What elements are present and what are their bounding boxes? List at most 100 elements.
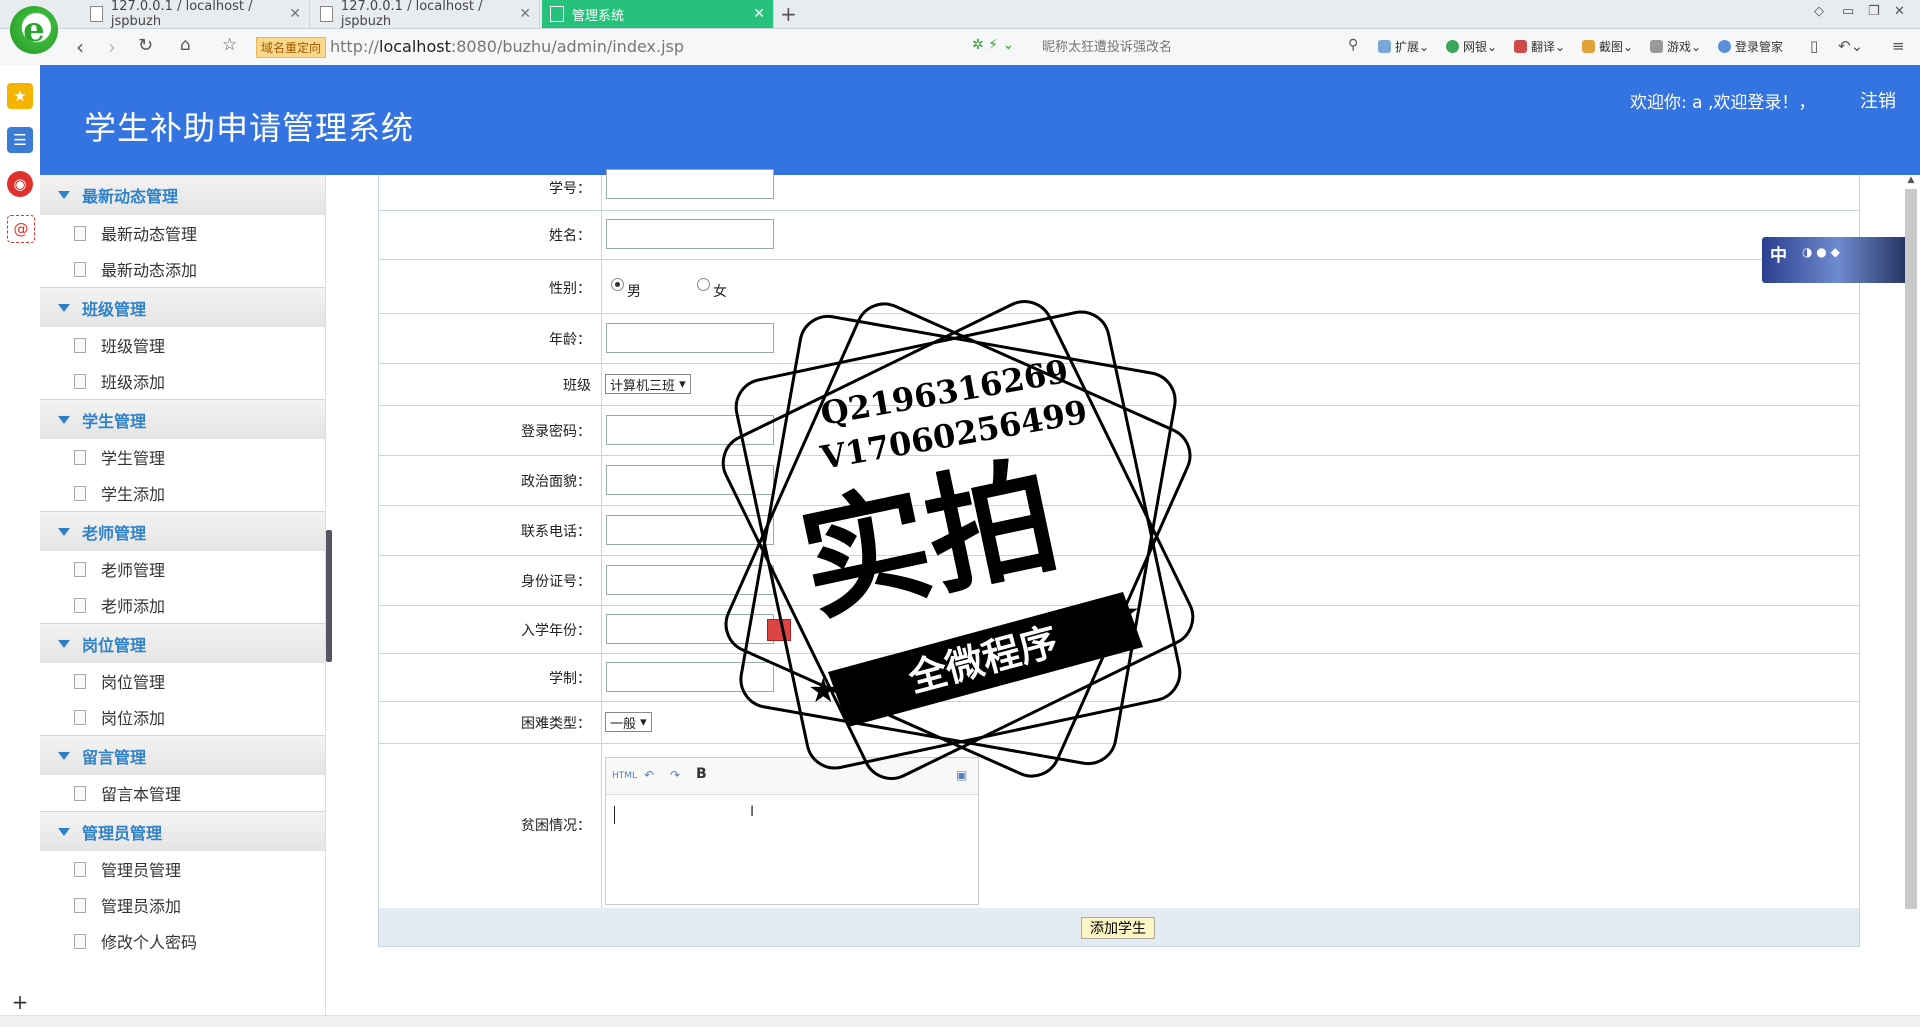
browser-tab-3[interactable]: 管理系统 ✕ — [542, 0, 774, 28]
reading-mode-icon[interactable]: ▯ — [1810, 37, 1818, 55]
home-icon[interactable]: ⌂ — [180, 35, 191, 55]
sidebar-item-admin-add[interactable]: 管理员添加 — [40, 887, 325, 923]
age-label: 年龄： — [549, 332, 591, 348]
sidebar-resize-handle[interactable] — [326, 530, 332, 662]
row-name: 姓名： — [379, 210, 1859, 260]
student-id-input[interactable] — [606, 169, 774, 199]
name-input[interactable] — [606, 219, 774, 249]
browser-tab-bar: e 127.0.0.1 / localhost / jspbuzh ✕ 127.… — [0, 0, 1920, 54]
page-scrollbar[interactable]: ▲ — [1905, 175, 1917, 1015]
caret-down-icon — [58, 191, 70, 199]
status-bar — [0, 1015, 1920, 1027]
dropdown-arrow-icon: ▾ — [640, 714, 647, 730]
toolbar-screenshot[interactable]: 截图 ⌄ — [1582, 38, 1633, 55]
document-icon — [74, 485, 86, 501]
scroll-up-icon[interactable]: ▲ — [1905, 175, 1917, 185]
sidebar-item-teacher-add[interactable]: 老师添加 — [40, 587, 325, 623]
page-icon — [550, 6, 564, 22]
caret-down-icon — [58, 527, 70, 536]
close-icon[interactable]: ✕ — [753, 6, 765, 22]
politics-label: 政治面貌： — [521, 474, 591, 490]
ime-icons: ◑ ● ◆ — [1802, 245, 1840, 259]
toolbar-password-manager[interactable]: 登录管家 — [1718, 38, 1783, 55]
menu-icon[interactable]: ≡ — [1892, 37, 1905, 55]
sidebar-group-news[interactable]: 最新动态管理 — [40, 175, 325, 215]
browser-search[interactable]: ⚲ — [1040, 35, 1360, 59]
sidebar-item-guestbook-manage[interactable]: 留言本管理 — [40, 775, 325, 811]
password-label: 登录密码： — [521, 424, 591, 440]
toolbar-extensions[interactable]: 扩展 ⌄ — [1378, 38, 1429, 55]
sidebar-group-message[interactable]: 留言管理 — [40, 735, 325, 775]
undo-icon[interactable]: ↶⌄ — [1838, 37, 1863, 55]
sidebar-item-news-add[interactable]: 最新动态添加 — [40, 251, 325, 287]
sidebar-group-class[interactable]: 班级管理 — [40, 287, 325, 327]
sidebar-item-position-manage[interactable]: 岗位管理 — [40, 663, 325, 699]
browser-tab-2[interactable]: 127.0.0.1 / localhost / jspbuzh ✕ — [312, 0, 540, 29]
speed-icon[interactable]: ✲ ⚡ ⌄ — [972, 37, 1014, 53]
toolbar-translate[interactable]: 翻译 ⌄ — [1514, 38, 1565, 55]
mail-icon[interactable]: @ — [7, 215, 35, 243]
sidebar-item-class-manage[interactable]: 班级管理 — [40, 327, 325, 363]
sidebar-group-teacher[interactable]: 老师管理 — [40, 511, 325, 551]
browser-tab-1[interactable]: 127.0.0.1 / localhost / jspbuzh ✕ — [82, 0, 310, 29]
logout-link[interactable]: 注销 — [1860, 87, 1896, 113]
sidebar-item-student-add[interactable]: 学生添加 — [40, 475, 325, 511]
gender-label: 性别： — [549, 281, 591, 297]
sidebar-item-position-add[interactable]: 岗位添加 — [40, 699, 325, 735]
page-icon — [320, 6, 333, 22]
idcard-label: 身份证号： — [521, 574, 591, 590]
redirect-badge[interactable]: 域名重定向 — [256, 37, 327, 58]
ime-mode: 中 — [1770, 246, 1787, 266]
add-student-button[interactable]: 添加学生 — [1081, 917, 1155, 939]
class-select[interactable]: 计算机三班 ▾ — [605, 374, 691, 394]
favorites-icon[interactable]: ★ — [7, 83, 33, 109]
reload-icon[interactable]: ↻ — [138, 35, 153, 56]
document-icon — [74, 861, 86, 877]
toolbar-bank[interactable]: 网银 ⌄ — [1446, 38, 1497, 55]
scrollbar-thumb[interactable] — [1905, 189, 1917, 909]
reading-list-icon[interactable]: ☰ — [7, 127, 33, 153]
sidebar-group-student[interactable]: 学生管理 — [40, 399, 325, 439]
html-source-icon[interactable]: HTML — [612, 771, 637, 781]
toolbar-games[interactable]: 游戏 ⌄ — [1650, 38, 1701, 55]
sidebar-item-student-manage[interactable]: 学生管理 — [40, 439, 325, 475]
document-icon — [74, 673, 86, 689]
welcome-text: 欢迎你: a ,欢迎登录！， — [1630, 93, 1816, 113]
radio-female[interactable] — [697, 278, 710, 291]
close-icon[interactable]: ✕ — [519, 6, 531, 22]
back-icon[interactable]: ‹ — [76, 35, 84, 59]
undo-icon[interactable]: ↶ — [644, 768, 654, 782]
redo-icon[interactable]: ↷ — [670, 768, 680, 782]
search-icon[interactable]: ⚲ — [1348, 37, 1358, 53]
ime-widget[interactable]: 中 ◑ ● ◆ — [1762, 237, 1914, 283]
sidebar-group-admin[interactable]: 管理员管理 — [40, 811, 325, 851]
browser-search-input[interactable] — [1040, 35, 1344, 59]
add-icon[interactable]: + — [7, 989, 33, 1015]
close-window-icon[interactable]: ✕ — [1894, 4, 1905, 19]
document-icon — [74, 897, 86, 913]
sidebar-item-class-add[interactable]: 班级添加 — [40, 363, 325, 399]
star-icon[interactable]: ☆ — [222, 35, 237, 55]
document-icon — [74, 373, 86, 389]
sidebar-item-admin-manage[interactable]: 管理员管理 — [40, 851, 325, 887]
document-icon — [74, 261, 86, 277]
restore-icon[interactable]: ❐ — [1868, 4, 1880, 19]
sidebar-item-teacher-manage[interactable]: 老师管理 — [40, 551, 325, 587]
sidebar-group-position[interactable]: 岗位管理 — [40, 623, 325, 663]
difficulty-select[interactable]: 一般 ▾ — [605, 712, 652, 732]
close-icon[interactable]: ✕ — [289, 6, 301, 22]
forward-icon[interactable]: › — [108, 35, 116, 59]
page-icon — [90, 6, 103, 22]
skin-icon[interactable]: ◇ — [1814, 4, 1824, 19]
url-prefix: http:// — [330, 37, 380, 56]
radio-male[interactable] — [611, 278, 624, 291]
minimize-icon[interactable]: ▭ — [1842, 4, 1854, 19]
bold-icon[interactable]: B — [696, 766, 707, 782]
gender-male-option[interactable]: 男 — [611, 278, 641, 301]
url-field[interactable]: http://localhost:8080/buzhu/admin/index.… — [330, 37, 684, 56]
weibo-icon[interactable]: ◉ — [7, 171, 33, 197]
sidebar-item-news-manage[interactable]: 最新动态管理 — [40, 215, 325, 251]
new-tab-icon[interactable]: + — [780, 2, 797, 26]
sidebar-item-change-password[interactable]: 修改个人密码 — [40, 923, 325, 959]
url-host: localhost — [379, 37, 451, 56]
